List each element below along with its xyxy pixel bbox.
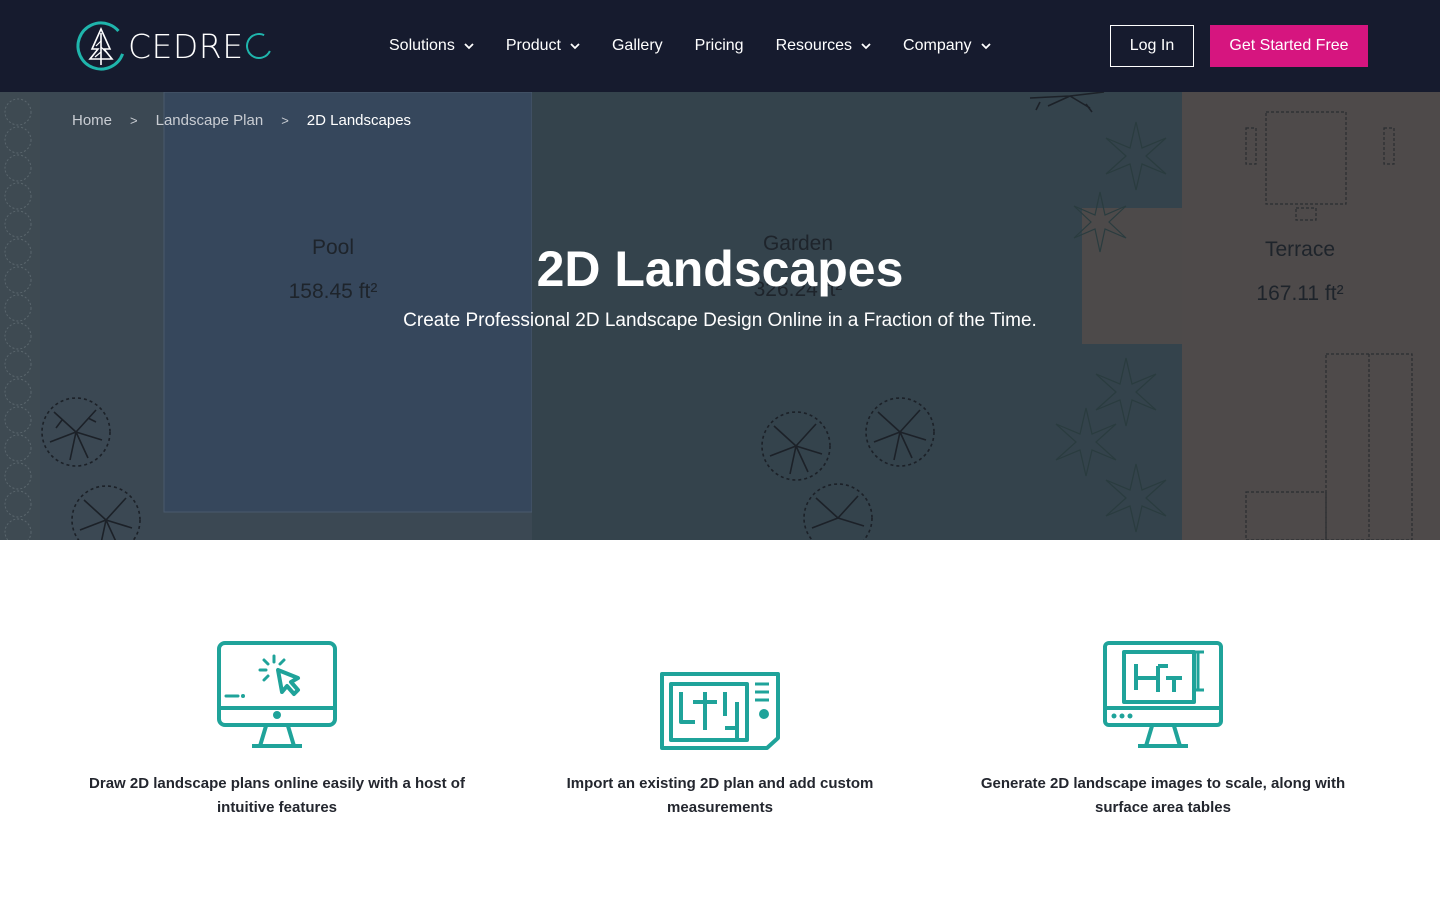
- main-menu: Solutions Product Gallery Pricing Resour…: [389, 0, 1023, 92]
- nav-item-pricing[interactable]: Pricing: [695, 37, 744, 55]
- nav-item-solutions[interactable]: Solutions: [389, 37, 474, 55]
- get-started-button[interactable]: Get Started Free: [1210, 25, 1368, 67]
- breadcrumb-separator: >: [130, 113, 138, 128]
- breadcrumb-current: 2D Landscapes: [306, 112, 412, 129]
- logo-wordmark-text: CEDRE: [128, 26, 244, 66]
- nav-item-label: Resources: [775, 37, 853, 54]
- feature-card-generate: Generate 2D landscape images to scale, a…: [963, 640, 1363, 820]
- chevron-down-icon: [570, 43, 580, 50]
- monitor-plan-icon: [1103, 641, 1223, 748]
- nav-item-company[interactable]: Company: [903, 37, 991, 55]
- feature-text: Generate 2D landscape images to scale, a…: [980, 775, 1346, 816]
- breadcrumb-home-link[interactable]: Home: [72, 112, 112, 129]
- top-navigation: CEDRE Solutions Product Gallery Pricing …: [0, 0, 1440, 92]
- breadcrumb-landscape-plan-link[interactable]: Landscape Plan: [156, 112, 264, 129]
- nav-item-label: Gallery: [611, 37, 663, 54]
- nav-item-label: Product: [505, 37, 561, 54]
- logo-o-ring-icon: [241, 29, 276, 63]
- features-section: Draw 2D landscape plans online easily wi…: [0, 540, 1440, 900]
- hero-banner: Pool 158.45 ft² Garden 326.24 ft² Terrac…: [0, 92, 1440, 540]
- tree-logo-icon: [76, 21, 126, 71]
- feature-text: Import an existing 2D plan and add custo…: [566, 775, 874, 816]
- page-title: 2D Landscapes: [536, 241, 904, 297]
- breadcrumb: Home > Landscape Plan > 2D Landscapes: [72, 112, 411, 129]
- chevron-down-icon: [980, 43, 991, 50]
- cedreo-logo[interactable]: CEDRE: [74, 19, 276, 73]
- logo-wordmark: CEDRE: [128, 26, 276, 66]
- floor-plan-document-icon: [660, 672, 780, 750]
- nav-item-label: Pricing: [694, 37, 744, 54]
- feature-text: Draw 2D landscape plans online easily wi…: [89, 775, 465, 816]
- monitor-cursor-icon: [217, 641, 337, 748]
- nav-item-label: Solutions: [389, 37, 455, 54]
- nav-item-label: Company: [903, 37, 972, 54]
- nav-item-product[interactable]: Product: [506, 37, 580, 55]
- feature-card-draw: Draw 2D landscape plans online easily wi…: [77, 640, 477, 820]
- page-subtitle: Create Professional 2D Landscape Design …: [403, 310, 1037, 331]
- login-button[interactable]: Log In: [1110, 25, 1194, 67]
- chevron-down-icon: [861, 43, 871, 50]
- nav-item-gallery[interactable]: Gallery: [612, 37, 663, 55]
- feature-card-import: Import an existing 2D plan and add custo…: [520, 640, 920, 820]
- breadcrumb-separator: >: [281, 113, 289, 128]
- nav-item-resources[interactable]: Resources: [776, 37, 871, 55]
- chevron-down-icon: [464, 43, 474, 50]
